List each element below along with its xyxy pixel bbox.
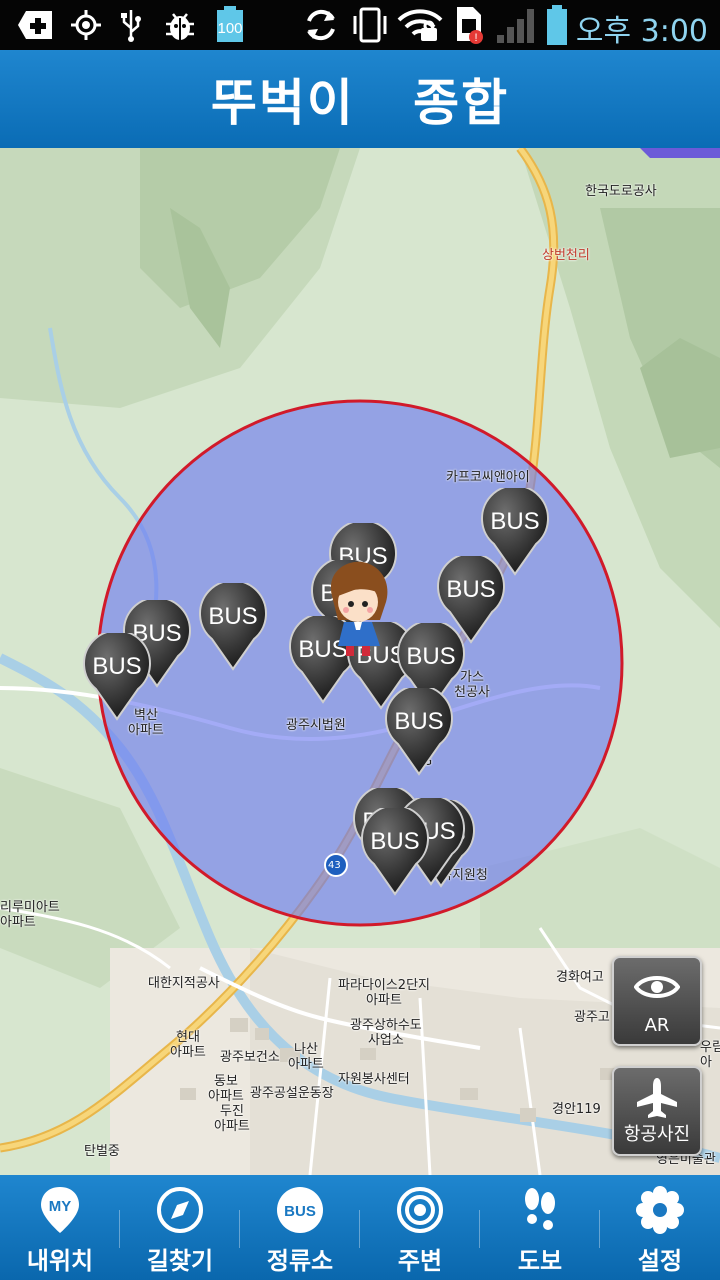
svg-text:!: ! bbox=[474, 32, 477, 44]
bug-icon bbox=[160, 8, 200, 42]
bus-stop-pin[interactable]: BUS bbox=[384, 684, 454, 776]
battery-icon bbox=[542, 5, 572, 45]
place-label: 경화여고 bbox=[556, 970, 604, 985]
bus-stop-pin-label: BUS bbox=[370, 828, 420, 855]
place-label: 대한지적공사 bbox=[148, 976, 220, 991]
place-label: 한국도로공사 bbox=[585, 184, 657, 199]
usb-icon bbox=[114, 8, 148, 42]
sim-icon: ! bbox=[448, 7, 488, 44]
nav-label: 내위치 bbox=[26, 1247, 94, 1275]
bus-stop-pin-label: BUS bbox=[446, 576, 496, 603]
nav-nearby[interactable]: 주변 bbox=[360, 1175, 480, 1280]
bus-stop-pin-label: BUS bbox=[490, 508, 540, 535]
status-bar: 100 ! 오후 3:00 bbox=[0, 0, 720, 50]
wifi-icon bbox=[396, 8, 444, 42]
bus-stop-pin-label: BUS bbox=[394, 708, 444, 735]
svg-text:MY: MY bbox=[49, 1198, 72, 1215]
nav-settings[interactable]: 설정 bbox=[600, 1175, 720, 1280]
compass-icon bbox=[157, 1187, 203, 1233]
place-label: 경안119 bbox=[552, 1102, 601, 1117]
bottom-nav: MY 내위치 길찾기 BUS 정류소 주변 도보 설정 bbox=[0, 1175, 720, 1280]
nav-route[interactable]: 길찾기 bbox=[120, 1175, 240, 1280]
bus-stop-pin[interactable]: BUS bbox=[198, 579, 268, 671]
place-label: 광주공설운동장 bbox=[250, 1086, 334, 1101]
place-label: 카프코씨앤아이 bbox=[446, 470, 530, 485]
gps-icon bbox=[66, 8, 106, 42]
place-label: 광주시법원 bbox=[286, 718, 346, 733]
nav-label: 설정 bbox=[637, 1247, 683, 1275]
gear-icon bbox=[636, 1186, 684, 1234]
place-label: 리루미아트 아파트 bbox=[0, 900, 60, 930]
page-title: 뚜벅이 종합 bbox=[210, 74, 510, 132]
battery-level: 100 bbox=[217, 20, 242, 37]
place-label: 동보 아파트 bbox=[208, 1074, 244, 1104]
route-number: 43 bbox=[328, 860, 341, 871]
nav-bus-stop[interactable]: BUS 정류소 bbox=[240, 1175, 360, 1280]
vibrate-icon bbox=[350, 7, 390, 43]
status-time: 오후 3:00 bbox=[575, 14, 708, 49]
bus-stop-pin-label: BUS bbox=[92, 653, 142, 680]
plus-icon bbox=[16, 8, 56, 42]
place-label: 상번천리 bbox=[542, 248, 590, 263]
aerial-photo-button[interactable]: 항공사진 bbox=[612, 1066, 702, 1156]
map-view[interactable]: 한국도로공사 상번천리 카프코씨앤아이 벽산 아파트 광주시법원 가스 천공사 … bbox=[0, 148, 720, 1175]
battery-small-icon: 100 bbox=[210, 6, 250, 42]
svg-text:BUS: BUS bbox=[284, 1203, 316, 1220]
place-label: 나산 아파트 bbox=[288, 1042, 324, 1072]
nav-my-location[interactable]: MY 내위치 bbox=[0, 1175, 120, 1280]
bus-stop-pin-label: BUS bbox=[406, 643, 456, 670]
target-icon bbox=[397, 1187, 443, 1233]
place-label: 현대 아파트 bbox=[170, 1030, 206, 1060]
nav-walking[interactable]: 도보 bbox=[480, 1175, 600, 1280]
airplane-icon bbox=[637, 1078, 677, 1118]
signal-icon bbox=[494, 8, 538, 43]
place-label: 광주보건소 bbox=[220, 1050, 280, 1065]
ar-button-label: AR bbox=[644, 1015, 670, 1036]
place-label: 자원봉사센터 bbox=[338, 1072, 410, 1087]
current-location-marker bbox=[318, 560, 398, 660]
place-label: 광주상하수도 사업소 bbox=[350, 1018, 422, 1048]
bus-stop-icon: BUS bbox=[277, 1187, 323, 1233]
nav-label: 주변 bbox=[397, 1247, 443, 1275]
ar-button[interactable]: AR bbox=[612, 956, 702, 1046]
bus-stop-pin-label: BUS bbox=[208, 603, 258, 630]
aerial-photo-button-label: 항공사진 bbox=[623, 1124, 691, 1145]
my-location-icon: MY bbox=[41, 1187, 79, 1233]
nav-label: 길찾기 bbox=[146, 1247, 214, 1275]
footprints-icon bbox=[525, 1188, 555, 1230]
title-bar: 뚜벅이 종합 bbox=[0, 50, 720, 148]
sync-icon bbox=[300, 8, 342, 42]
nav-label: 도보 bbox=[517, 1247, 563, 1275]
bus-stop-pin[interactable]: BUS bbox=[82, 629, 152, 721]
place-label: 광주고 bbox=[574, 1010, 610, 1025]
place-label: 우림 아 bbox=[700, 1040, 720, 1070]
eye-icon bbox=[634, 976, 680, 998]
bus-stop-pin[interactable]: BUS bbox=[360, 804, 430, 896]
place-label: 두진 아파트 bbox=[214, 1104, 250, 1134]
nav-label: 정류소 bbox=[266, 1247, 334, 1275]
place-label: 파라다이스2단지 아파트 bbox=[338, 978, 430, 1008]
place-label: 탄벌중 bbox=[84, 1144, 120, 1159]
